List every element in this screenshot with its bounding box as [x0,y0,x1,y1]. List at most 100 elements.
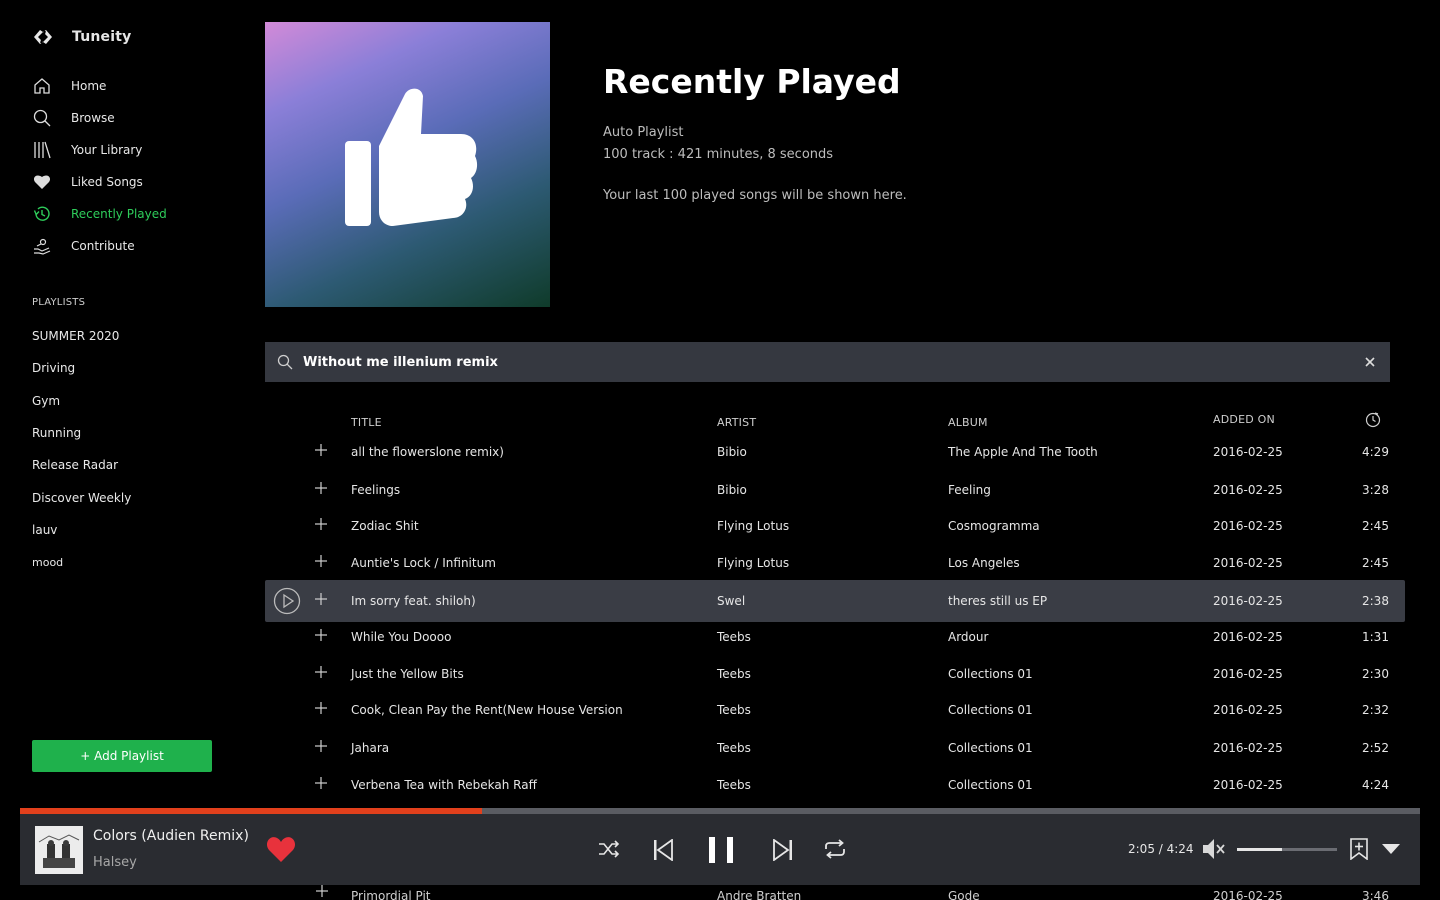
add-icon[interactable] [314,665,328,679]
track-album[interactable]: Collections 01 [948,741,1033,755]
track-album[interactable]: Gode [948,889,980,900]
app-logo[interactable]: Tuneity [32,26,131,48]
playlist-item[interactable]: lauv [32,514,131,546]
table-row[interactable]: Im sorry feat. shiloh) Swel theres still u… [265,580,1405,622]
track-album[interactable]: Feeling [948,483,991,497]
nav-contribute[interactable]: Contribute [32,230,167,262]
now-playing-album-art[interactable] [35,826,83,874]
playback-progress-bar[interactable] [20,808,1420,814]
table-row[interactable]: Just the Yellow Bits Teebs Collections 01 2… [265,656,1405,692]
track-artist[interactable]: Teebs [717,667,751,681]
table-row[interactable]: Cook, Clean Pay the Rent(New House Versi… [265,692,1405,728]
table-row[interactable]: Jahara Teebs Collections 01 2016-02-25 2:52 [265,730,1405,766]
track-album[interactable]: Collections 01 [948,703,1033,717]
add-icon[interactable] [314,517,328,531]
thumbs-up-icon [345,88,478,226]
table-row[interactable]: Verbena Tea with Rebekah Raff Teebs Collec… [265,767,1405,803]
pause-icon[interactable] [707,836,735,864]
shuffle-icon[interactable] [598,840,620,858]
search-input[interactable] [303,354,1350,370]
table-row[interactable]: Primordial Pit Andre Bratten Gode 2016-0… [265,885,1405,900]
add-to-playlist-icon[interactable] [1349,838,1369,860]
table-row[interactable]: Auntie's Lock / Infinitum Flying Lotus Los… [265,545,1405,581]
track-album[interactable]: Cosmogramma [948,519,1040,533]
nav-your-library-label: Your Library [71,143,143,157]
playlist-item[interactable]: Discover Weekly [32,481,131,513]
track-album[interactable]: Collections 01 [948,778,1033,792]
nav-liked-songs[interactable]: Liked Songs [32,166,167,198]
clear-search-button[interactable] [1350,342,1390,382]
track-duration: 2:45 [1362,519,1389,533]
add-icon[interactable] [314,592,328,606]
play-circle-icon[interactable] [273,587,301,615]
track-artist[interactable]: Teebs [717,703,751,717]
clock-icon [1365,412,1381,428]
playlist-item[interactable]: mood [32,546,131,578]
table-row[interactable]: Feelings Bibio Feeling 2016-02-25 3:28 [265,472,1405,508]
app-name: Tuneity [72,29,132,45]
playlist-item[interactable]: Release Radar [32,449,131,481]
chevron-down-icon[interactable] [1382,844,1400,854]
nav-browse[interactable]: Browse [32,102,167,134]
table-row[interactable]: all the flowerslone remix) Bibio The Apple… [265,434,1405,470]
playlist-item[interactable]: Gym [32,385,131,417]
nav-your-library[interactable]: Your Library [32,134,167,166]
add-icon[interactable] [316,885,328,897]
now-playing-title[interactable]: Colors (Audien Remix) [93,828,249,844]
previous-track-icon[interactable] [653,839,673,861]
track-artist[interactable]: Flying Lotus [717,556,789,570]
add-icon[interactable] [314,701,328,715]
track-duration: 2:45 [1362,556,1389,570]
repeat-icon[interactable] [823,839,847,859]
track-album[interactable]: Collections 01 [948,667,1033,681]
add-playlist-button[interactable]: + Add Playlist [32,740,212,772]
player-bar: Colors (Audien Remix) Halsey 2:05 / 4:24 [20,808,1420,885]
next-track-icon[interactable] [773,839,793,861]
track-artist[interactable]: Bibio [717,445,747,459]
column-header-added-on[interactable]: ADDED ON [1213,413,1275,426]
track-artist[interactable]: Teebs [717,630,751,644]
track-artist[interactable]: Teebs [717,778,751,792]
track-artist[interactable]: Bibio [717,483,747,497]
nav-recently-played-label: Recently Played [71,207,167,221]
add-icon[interactable] [314,739,328,753]
table-row[interactable]: While You Doooo Teebs Ardour 2016-02-25 1:31 [265,619,1405,655]
track-album[interactable]: Los Angeles [948,556,1020,570]
column-header-title[interactable]: TITLE [351,416,382,429]
volume-muted-icon[interactable] [1202,838,1226,860]
add-icon[interactable] [314,554,328,568]
track-added: 2016-02-25 [1213,889,1283,900]
track-artist[interactable]: Swel [717,594,745,608]
table-row[interactable]: Zodiac Shit Flying Lotus Cosmogramma 2016-0… [265,508,1405,544]
playlist-item[interactable]: Driving [32,352,131,384]
track-duration: 1:31 [1362,630,1389,644]
playlist-item[interactable]: SUMMER 2020 [32,320,131,352]
column-header-artist[interactable]: ARTIST [717,416,756,429]
page-title: Recently Played [603,62,901,101]
track-album[interactable]: The Apple And The Tooth [948,445,1098,459]
track-artist[interactable]: Andre Bratten [717,889,801,900]
track-added: 2016-02-25 [1213,445,1283,459]
track-artist[interactable]: Flying Lotus [717,519,789,533]
add-icon[interactable] [314,481,328,495]
nav-home[interactable]: Home [32,70,167,102]
playback-time: 2:05 / 4:24 [1128,842,1194,856]
track-artist[interactable]: Teebs [717,741,751,755]
add-icon[interactable] [314,443,328,457]
track-title: Zodiac Shit [351,519,419,533]
now-playing-artist[interactable]: Halsey [93,855,137,870]
add-icon[interactable] [314,628,328,642]
volume-slider[interactable] [1237,848,1337,851]
playlist-item[interactable]: Running [32,417,131,449]
column-header-album[interactable]: ALBUM [948,416,988,429]
add-icon[interactable] [314,776,328,790]
track-album[interactable]: theres still us EP [948,594,1047,608]
track-added: 2016-02-25 [1213,667,1283,681]
track-duration: 4:29 [1362,445,1389,459]
track-title: all the flowerslone remix) [351,445,504,459]
track-album[interactable]: Ardour [948,630,988,644]
playlist-meta: 100 track : 421 minutes, 8 seconds [603,147,834,162]
like-heart-icon[interactable] [266,836,296,863]
nav-recently-played[interactable]: Recently Played [32,198,167,230]
close-icon [1365,357,1375,367]
